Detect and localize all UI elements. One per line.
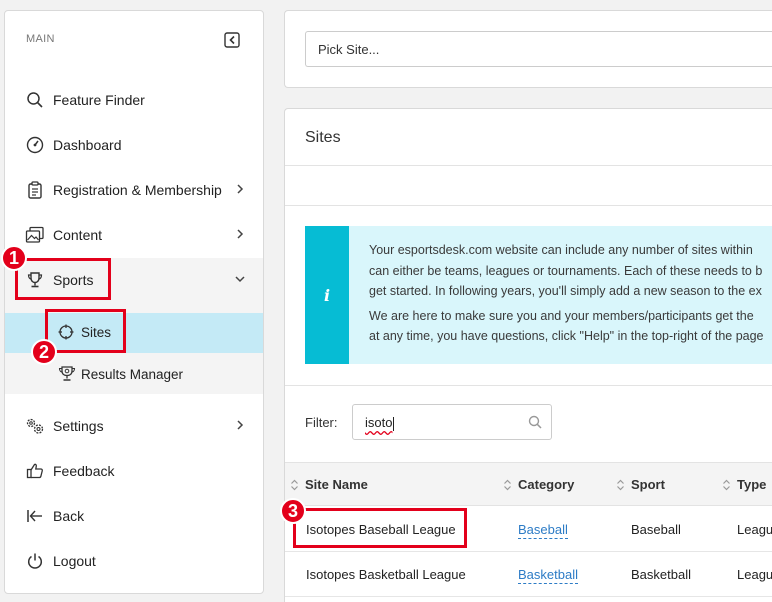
sidebar-item-label: Dashboard — [53, 137, 122, 153]
sidebar-item-label: Settings — [53, 418, 104, 434]
chevron-right-icon — [237, 420, 244, 430]
sort-icon — [617, 479, 624, 490]
filter-label: Filter: — [305, 415, 338, 430]
sidebar-item-label: Back — [53, 508, 85, 524]
info-line: can either be teams, leagues or tourname… — [369, 263, 763, 278]
sort-icon — [723, 479, 730, 490]
annotation-badge-1: 1 — [1, 245, 27, 271]
sidebar-item-label: Content — [53, 227, 103, 243]
column-header-label: Type — [737, 477, 767, 492]
filter-input-value: isoto — [365, 415, 393, 430]
sidebar-item-content[interactable]: Content — [5, 213, 263, 257]
sidebar-section-label: MAIN — [26, 33, 55, 45]
divider — [285, 165, 772, 166]
sidebar-item-label: Feedback — [53, 463, 115, 479]
sport-cell: Baseball — [631, 522, 681, 537]
collapse-sidebar-icon[interactable] — [224, 32, 240, 48]
table-row[interactable]: Isotopes Basketball League Basketball Ba… — [285, 552, 772, 597]
category-link[interactable]: Baseball — [518, 522, 568, 539]
sidebar-item-feature-finder[interactable]: Feature Finder — [5, 78, 263, 122]
sidebar-item-feedback[interactable]: Feedback — [5, 449, 263, 493]
sidebar-subitem-label: Results Manager — [81, 366, 184, 382]
sidebar-item-label: Registration & Membership — [53, 182, 222, 198]
sort-icon — [504, 479, 511, 490]
annotation-box-sports — [15, 258, 111, 300]
sport-cell: Basketball — [631, 567, 691, 582]
chevron-down-icon — [235, 276, 245, 283]
column-header-label: Site Name — [305, 477, 368, 492]
info-line: get started. In following years, you'll … — [369, 284, 762, 298]
sidebar-item-label: Logout — [53, 553, 96, 569]
text-caret — [393, 416, 395, 431]
sidebar-item-label: Feature Finder — [53, 92, 145, 108]
divider — [285, 205, 772, 206]
search-icon — [528, 415, 542, 429]
info-line: We are here to make sure you and your me… — [369, 308, 754, 323]
sort-icon — [291, 479, 298, 490]
back-arrow-icon — [25, 506, 45, 526]
category-link[interactable]: Basketball — [518, 567, 578, 584]
site-picker-panel: Pick Site... — [284, 10, 772, 88]
sites-panel-title: Sites — [305, 129, 341, 146]
pick-site-select[interactable]: Pick Site... — [305, 31, 772, 67]
annotation-badge-2: 2 — [31, 339, 57, 365]
table-header-row: Site Name Category Sport Type — [285, 462, 772, 506]
thumbs-up-icon — [25, 461, 45, 481]
info-icon: i — [323, 285, 331, 305]
column-header-sport[interactable]: Sport — [616, 477, 665, 492]
sidebar-subitem-results-manager[interactable]: Results Manager — [58, 365, 183, 383]
site-name-cell[interactable]: Isotopes Basketball League — [306, 567, 466, 582]
sidebar-item-settings[interactable]: Settings — [5, 404, 263, 448]
sidebar-item-logout[interactable]: Logout — [5, 539, 263, 583]
column-header-label: Category — [518, 477, 575, 492]
chevron-right-icon — [237, 229, 244, 239]
images-icon — [25, 225, 45, 245]
award-icon — [58, 365, 76, 383]
clipboard-icon — [25, 180, 45, 200]
sidebar-item-back[interactable]: Back — [5, 494, 263, 538]
info-line: at any time, you have questions, click "… — [369, 329, 764, 343]
divider — [285, 385, 772, 386]
search-icon — [25, 90, 45, 110]
annotation-box-site-row — [293, 508, 467, 548]
annotation-box-sites — [45, 309, 126, 353]
column-header-label: Sport — [631, 477, 665, 492]
column-header-category[interactable]: Category — [503, 477, 574, 492]
chevron-right-icon — [237, 184, 244, 194]
info-callout: i Your esportsdesk.com website can inclu… — [305, 226, 772, 364]
type-cell: Leagu — [737, 522, 772, 537]
power-icon — [25, 551, 45, 571]
gauge-icon — [25, 135, 45, 155]
sidebar: MAIN Feature Finder Dashboard Registrati… — [4, 10, 264, 594]
type-cell: Leagu — [737, 567, 772, 582]
sidebar-item-registration[interactable]: Registration & Membership — [5, 168, 263, 212]
gears-icon — [25, 416, 45, 436]
sidebar-item-dashboard[interactable]: Dashboard — [5, 123, 263, 167]
column-header-site-name[interactable]: Site Name — [290, 477, 368, 492]
filter-input[interactable]: isoto — [352, 404, 552, 440]
info-text: Your esportsdesk.com website can include… — [369, 240, 764, 347]
info-line: Your esportsdesk.com website can include… — [369, 243, 753, 257]
column-header-type[interactable]: Type — [722, 477, 766, 492]
annotation-badge-3: 3 — [280, 498, 306, 524]
